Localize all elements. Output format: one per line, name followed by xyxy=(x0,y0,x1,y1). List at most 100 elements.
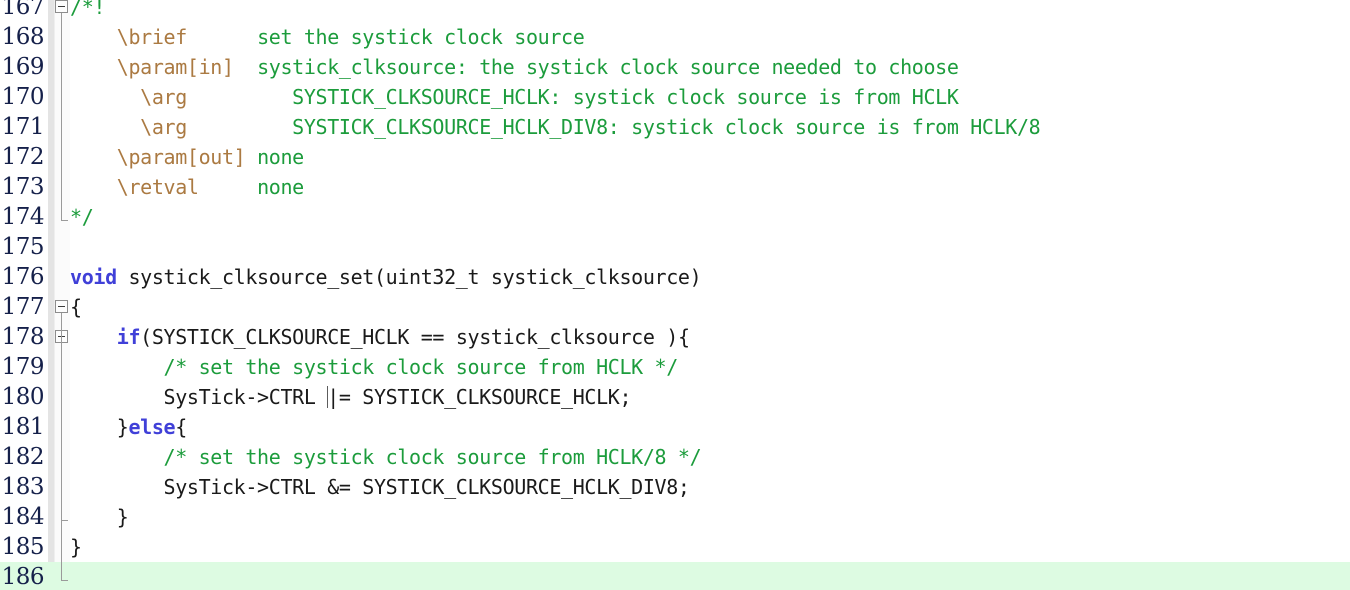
line-number: 175 xyxy=(1,234,45,260)
token-plain: { xyxy=(175,415,187,439)
fold-range-end-marker xyxy=(61,520,68,521)
token-plain: { xyxy=(70,295,82,319)
token-comment: /* set the systick clock source from HCL… xyxy=(163,355,679,379)
code-text[interactable]: void systick_clksource_set(uint32_t syst… xyxy=(70,262,702,292)
line-number: 186 xyxy=(1,564,45,590)
code-text[interactable]: if(SYSTICK_CLKSOURCE_HCLK == systick_clk… xyxy=(70,322,690,352)
token-doxytag: \param[out] xyxy=(116,145,246,169)
code-text[interactable]: \brief set the systick clock source xyxy=(70,22,585,52)
fold-range-line xyxy=(61,343,62,580)
code-line[interactable]: 168 \brief set the systick clock source xyxy=(0,22,1350,52)
code-text[interactable]: */ xyxy=(70,202,94,232)
line-number: 170 xyxy=(1,84,45,110)
code-text[interactable]: /* set the systick clock source from HCL… xyxy=(70,352,679,382)
line-number: 173 xyxy=(1,174,45,200)
token-comment: SYSTICK_CLKSOURCE_HCLK_DIV8: systick clo… xyxy=(186,115,1041,139)
code-text[interactable]: }else{ xyxy=(70,412,188,442)
code-text[interactable]: \param[in] systick_clksource: the systic… xyxy=(70,52,959,82)
fold-range-end-marker xyxy=(61,580,68,581)
line-number: 172 xyxy=(1,144,45,170)
token-comment: systick_clksource: the systick clock sou… xyxy=(233,55,959,79)
code-line[interactable]: 174 */ xyxy=(0,202,1350,232)
code-text[interactable]: /*! xyxy=(70,0,105,22)
code-text[interactable]: { xyxy=(70,292,82,322)
line-number: 182 xyxy=(1,444,45,470)
code-line[interactable]: 167 /*! xyxy=(0,0,1350,22)
line-number: 183 xyxy=(1,474,45,500)
code-line[interactable]: 184 } xyxy=(0,502,1350,532)
line-number: 178 xyxy=(1,324,45,350)
token-comment: set the systick clock source xyxy=(186,25,585,49)
token-comment: none xyxy=(198,175,304,199)
code-text[interactable]: \arg SYSTICK_CLKSOURCE_HCLK: systick clo… xyxy=(70,82,959,112)
line-number: 185 xyxy=(1,534,45,560)
code-line[interactable]: 179 /* set the systick clock source from… xyxy=(0,352,1350,382)
code-text[interactable]: \retval none xyxy=(70,172,304,202)
code-text[interactable]: \arg SYSTICK_CLKSOURCE_HCLK_DIV8: systic… xyxy=(70,112,1041,142)
token-comment: none xyxy=(245,145,304,169)
token-doxytag: \arg xyxy=(140,85,187,109)
code-text[interactable]: } xyxy=(70,502,129,532)
fold-collapse-icon[interactable] xyxy=(55,0,68,13)
fold-collapse-icon[interactable] xyxy=(55,300,68,313)
code-line[interactable]: 182 /* set the systick clock source from… xyxy=(0,442,1350,472)
line-number: 168 xyxy=(1,24,45,50)
code-line[interactable]: 173 \retval none xyxy=(0,172,1350,202)
code-line[interactable]: 185} xyxy=(0,532,1350,562)
code-line[interactable]: 181 }else{ xyxy=(0,412,1350,442)
line-number: 176 xyxy=(1,264,45,290)
token-doxytag: \retval xyxy=(116,175,199,199)
code-line[interactable]: 175 xyxy=(0,232,1350,262)
line-number: 184 xyxy=(1,504,45,530)
token-plain: SysTick->CTRL |= SYSTICK_CLKSOURCE_HCLK; xyxy=(70,385,632,409)
code-text[interactable]: /* set the systick clock source from HCL… xyxy=(70,442,702,472)
code-line-current[interactable]: 186 xyxy=(0,562,1350,590)
code-line[interactable]: 172 \param[out] none xyxy=(0,142,1350,172)
code-line[interactable]: 169 \param[in] systick_clksource: the sy… xyxy=(0,52,1350,82)
line-number: 169 xyxy=(1,54,45,80)
token-comment: /* set the systick clock source from HCL… xyxy=(163,445,702,469)
line-number: 167 xyxy=(1,0,45,20)
line-number: 179 xyxy=(1,354,45,380)
token-keyword: else xyxy=(128,415,176,439)
code-text[interactable]: } xyxy=(70,532,82,562)
token-comment: */ xyxy=(70,205,94,229)
token-doxytag: \arg xyxy=(140,115,187,139)
token-plain: (SYSTICK_CLKSOURCE_HCLK == systick_clkso… xyxy=(140,325,690,349)
code-text[interactable]: SysTick->CTRL |= SYSTICK_CLKSOURCE_HCLK; xyxy=(70,382,632,412)
code-line[interactable]: 171 \arg SYSTICK_CLKSOURCE_HCLK_DIV8: sy… xyxy=(0,112,1350,142)
line-number: 174 xyxy=(1,204,45,230)
token-plain: } xyxy=(70,535,82,559)
line-number: 171 xyxy=(1,114,45,140)
token-plain: SysTick->CTRL &= SYSTICK_CLKSOURCE_HCLK_… xyxy=(70,475,690,499)
token-plain: } xyxy=(70,505,129,529)
line-number: 180 xyxy=(1,384,45,410)
line-number: 181 xyxy=(1,414,45,440)
fold-range-end-marker xyxy=(61,220,68,221)
code-line[interactable]: 180 SysTick->CTRL |= SYSTICK_CLKSOURCE_H… xyxy=(0,382,1350,412)
token-keyword: void xyxy=(70,265,117,289)
code-line[interactable]: 170 \arg SYSTICK_CLKSOURCE_HCLK: systick… xyxy=(0,82,1350,112)
fold-range-line xyxy=(61,13,62,220)
code-text[interactable]: \param[out] none xyxy=(70,142,304,172)
code-text[interactable]: SysTick->CTRL &= SYSTICK_CLKSOURCE_HCLK_… xyxy=(70,472,690,502)
token-comment: /*! xyxy=(70,0,106,19)
line-number: 177 xyxy=(1,294,45,320)
text-cursor xyxy=(327,386,329,408)
token-doxytag: \param[in] xyxy=(116,55,234,79)
code-line[interactable]: 177 { xyxy=(0,292,1350,322)
token-plain: } xyxy=(70,415,129,439)
code-line[interactable]: 183 SysTick->CTRL &= SYSTICK_CLKSOURCE_H… xyxy=(0,472,1350,502)
token-doxytag: \brief xyxy=(116,25,188,49)
code-line[interactable]: 178 if(SYSTICK_CLKSOURCE_HCLK == systick… xyxy=(0,322,1350,352)
code-editor[interactable]: 167 /*! 168 \brief set the systick clock s… xyxy=(0,0,1350,590)
code-line[interactable]: 176 void systick_clksource_set(uint32_t s… xyxy=(0,262,1350,292)
